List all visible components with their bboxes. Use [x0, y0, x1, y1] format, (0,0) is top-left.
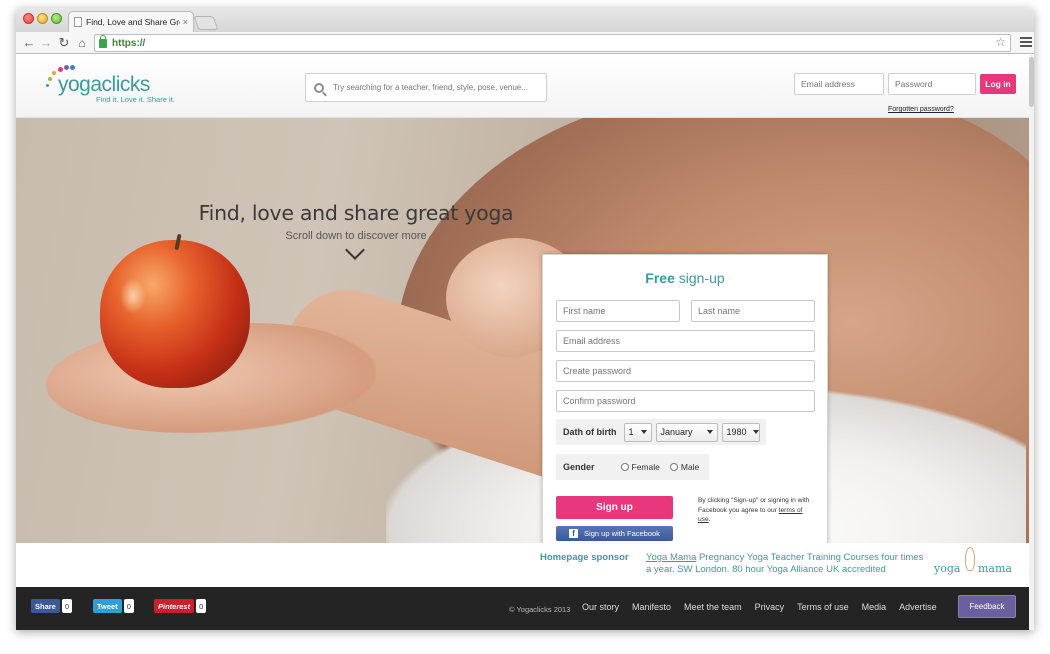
hero-section: Find, love and share great yoga Scroll d…	[16, 118, 1029, 543]
facebook-share[interactable]: Share 0	[31, 599, 73, 613]
page-content: yogaclicks Find it. Love it. Share it. L…	[16, 55, 1029, 630]
caret-down-icon	[752, 430, 759, 434]
facebook-signup-button[interactable]: f Sign up with Facebook	[556, 526, 673, 541]
dob-day-select[interactable]: 1	[623, 422, 652, 442]
footer-links: Our story Manifesto Meet the team Privac…	[582, 602, 937, 612]
create-password-field[interactable]	[556, 360, 815, 382]
facebook-icon: f	[569, 529, 579, 538]
search-input[interactable]	[333, 83, 546, 92]
browser-window: Find, Love and Share Great × ← → ↻ ⌂ htt…	[16, 8, 1034, 630]
tab-bar: Find, Love and Share Great ×	[16, 8, 1034, 32]
minimize-window-button[interactable]	[37, 13, 48, 24]
address-bar[interactable]: https:// ☆	[94, 34, 1011, 52]
menu-icon[interactable]	[1020, 35, 1032, 49]
footer-link-privacy[interactable]: Privacy	[755, 602, 785, 612]
facebook-share-button[interactable]: Share	[31, 599, 60, 613]
sponsor-link[interactable]: Yoga Mama	[646, 552, 696, 563]
logo-tagline: Find it. Love it. Share it.	[96, 95, 175, 104]
caret-down-icon	[640, 430, 647, 434]
pinterest-share[interactable]: Pinterest 0	[154, 599, 207, 613]
dob-label: Dath of birth	[563, 427, 617, 437]
page-icon	[74, 17, 82, 27]
new-tab-button[interactable]	[193, 16, 219, 30]
tweet-button[interactable]: Tweet	[93, 599, 122, 613]
site-header: yogaclicks Find it. Love it. Share it. L…	[16, 55, 1029, 118]
footer-link-advertise[interactable]: Advertise	[899, 602, 937, 612]
page-scrollbar[interactable]	[1029, 55, 1034, 630]
gender-row: Gender Female Male	[556, 454, 709, 480]
footer-link-media[interactable]: Media	[862, 602, 887, 612]
sponsor-label: Homepage sponsor	[540, 552, 629, 563]
tab-close-icon[interactable]: ×	[183, 17, 188, 27]
signup-email-field[interactable]	[556, 330, 815, 352]
last-name-field[interactable]	[691, 300, 815, 322]
first-name-field[interactable]	[556, 300, 680, 322]
yoga-mama-logo[interactable]: yoga mama	[934, 547, 1016, 581]
apple-highlight	[120, 278, 146, 314]
chevron-down-icon[interactable]	[345, 240, 365, 260]
footer-link-meet-the-team[interactable]: Meet the team	[684, 602, 742, 612]
sponsor-text: Yoga Mama Pregnancy Yoga Teacher Trainin…	[646, 552, 924, 576]
close-window-button[interactable]	[23, 13, 34, 24]
footer-link-terms[interactable]: Terms of use	[797, 602, 849, 612]
footer-link-our-story[interactable]: Our story	[582, 602, 619, 612]
terms-notice: By clicking "Sign-up" or signing in with…	[698, 497, 810, 524]
tweet-count: 0	[123, 599, 134, 613]
gender-label: Gender	[563, 462, 595, 472]
home-icon[interactable]: ⌂	[74, 34, 90, 51]
facebook-share-count: 0	[61, 599, 73, 613]
reload-icon[interactable]: ↻	[56, 34, 72, 51]
login-email-field[interactable]	[794, 73, 884, 95]
date-of-birth-row: Dath of birth 1 January 1980	[556, 419, 766, 445]
caret-down-icon	[706, 430, 713, 434]
twitter-share[interactable]: Tweet 0	[93, 599, 134, 613]
signup-card: Free sign-up Dath of birth 1 January 198…	[542, 254, 828, 543]
back-icon[interactable]: ←	[21, 34, 37, 51]
copyright: © Yogaclicks 2013	[509, 605, 571, 614]
login-button[interactable]: Log in	[980, 74, 1016, 94]
forgot-password-link[interactable]: Forgotten password?	[888, 106, 954, 113]
scrollbar-thumb[interactable]	[1029, 57, 1034, 107]
gender-male-radio[interactable]: Male	[669, 462, 699, 472]
search-box	[305, 73, 547, 102]
lock-icon	[99, 34, 107, 48]
hero-photo-apple	[100, 240, 250, 388]
signup-title: Free sign-up	[645, 270, 725, 286]
browser-toolbar: ← → ↻ ⌂ https:// ☆	[16, 32, 1034, 54]
flame-icon	[965, 547, 975, 571]
pinterest-count: 0	[196, 599, 207, 613]
yogaclicks-logo[interactable]: yogaclicks Find it. Love it. Share it.	[44, 65, 204, 107]
gender-female-radio[interactable]: Female	[620, 462, 660, 472]
url-scheme: https://	[112, 37, 146, 49]
dob-month-select[interactable]: January	[655, 422, 718, 442]
zoom-window-button[interactable]	[51, 13, 62, 24]
feedback-button[interactable]: Feedback	[958, 595, 1016, 618]
dob-year-select[interactable]: 1980	[721, 422, 760, 442]
hero-title: Find, love and share great yoga	[198, 201, 514, 225]
search-icon	[314, 82, 324, 93]
radio-icon	[620, 463, 629, 471]
logo-wordmark: yogaclicks	[58, 73, 150, 96]
footer-link-manifesto[interactable]: Manifesto	[632, 602, 671, 612]
pinterest-button[interactable]: Pinterest	[154, 599, 195, 613]
login-password-field[interactable]	[888, 73, 976, 95]
site-footer: Share 0 Tweet 0 Pinterest 0 © Yogaclicks…	[16, 587, 1029, 630]
tab-title: Find, Love and Share Great	[86, 17, 180, 27]
sponsor-strip: Homepage sponsor Yoga Mama Pregnancy Yog…	[16, 543, 1029, 587]
radio-icon	[669, 463, 678, 471]
signup-button[interactable]: Sign up	[556, 496, 673, 519]
star-icon[interactable]: ☆	[995, 35, 1006, 49]
confirm-password-field[interactable]	[556, 390, 815, 412]
tab-active[interactable]: Find, Love and Share Great ×	[68, 11, 194, 32]
forward-icon[interactable]: →	[38, 34, 54, 51]
